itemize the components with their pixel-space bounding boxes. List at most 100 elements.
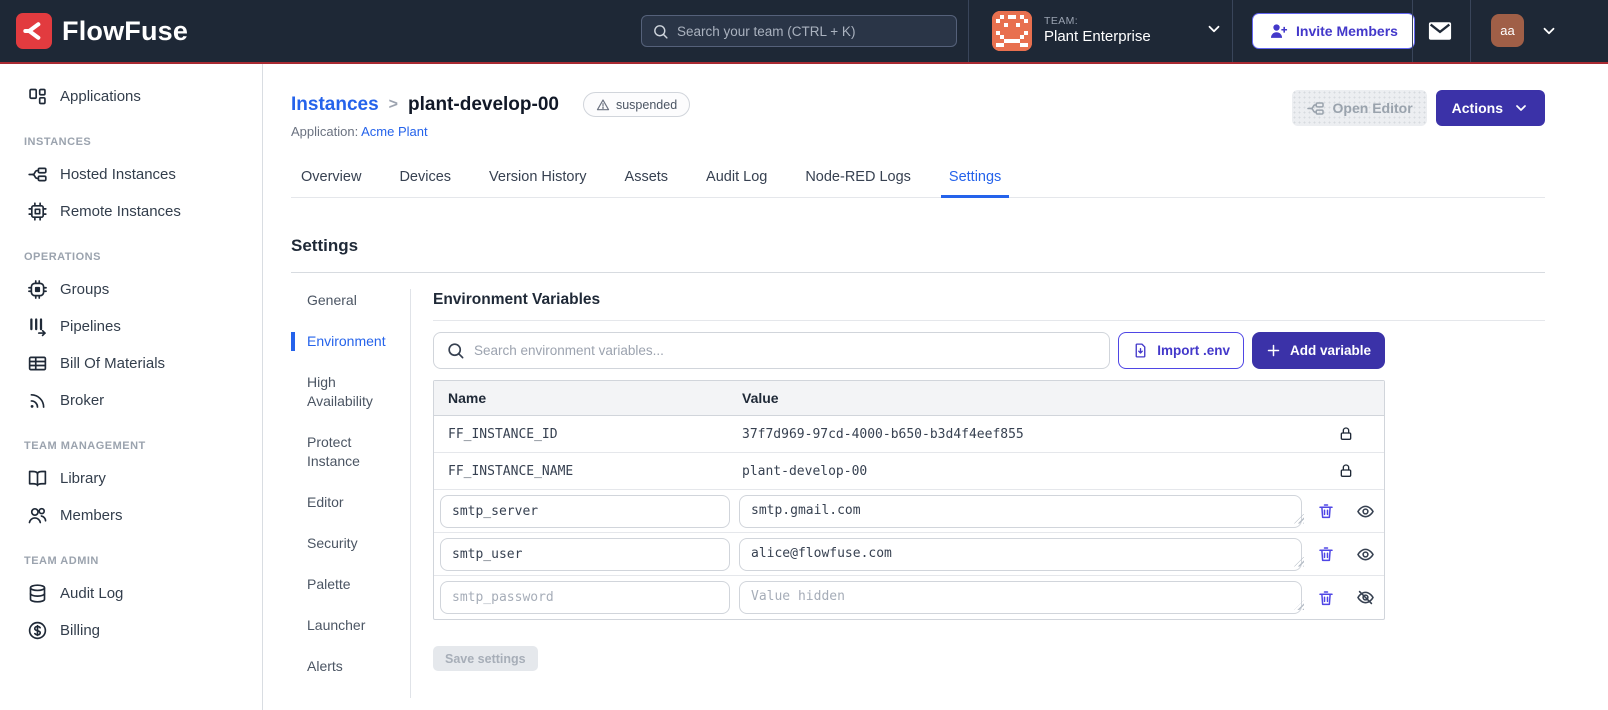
pipelines-icon (30, 318, 46, 337)
env-name: FF_INSTANCE_NAME (448, 463, 574, 479)
env-name-input[interactable] (440, 537, 730, 571)
divider (433, 320, 1545, 321)
editor-node-icon (1306, 101, 1324, 115)
chevron-down-icon (1543, 27, 1555, 34)
divider (291, 272, 1545, 273)
instance-tabs: Overview Devices Version History Assets … (291, 163, 1545, 198)
sidebar-item-pipelines[interactable]: Pipelines (0, 308, 262, 345)
tab-version-history[interactable]: Version History (487, 163, 589, 197)
subnav-launcher[interactable]: Launcher (291, 616, 410, 635)
sidebar-item-label: Bill Of Materials (60, 355, 166, 372)
settings-title: Settings (291, 236, 359, 255)
env-value-input[interactable] (739, 581, 1302, 614)
delete-variable-button[interactable] (1317, 589, 1335, 607)
subnav-general[interactable]: General (291, 291, 410, 310)
sidebar-item-hosted-instances[interactable]: Hosted Instances (0, 156, 262, 193)
sidebar-item-label: Pipelines (60, 318, 121, 335)
delete-variable-button[interactable] (1317, 502, 1335, 520)
actions-button[interactable]: Actions (1435, 90, 1545, 126)
sidebar-item-billing[interactable]: Billing (0, 612, 262, 649)
team-label: TEAM: (1044, 15, 1079, 28)
env-search[interactable] (433, 332, 1111, 369)
sidebar-item-label: Members (60, 507, 123, 524)
sidebar-item-applications[interactable]: Applications (0, 78, 262, 115)
tab-audit-log[interactable]: Audit Log (704, 163, 769, 197)
open-editor-button[interactable]: Open Editor (1291, 90, 1427, 126)
env-value-input[interactable]: alice@flowfuse.com (739, 537, 1302, 571)
navbar-divider (1412, 0, 1413, 62)
subnav-security[interactable]: Security (291, 534, 410, 553)
sidebar-item-bill-of-materials[interactable]: Bill Of Materials (0, 345, 262, 382)
settings-subnav: General Environment High Availability Pr… (291, 289, 411, 698)
user-plus-icon (1270, 23, 1288, 38)
env-search-input[interactable] (474, 343, 1098, 358)
sidebar-item-remote-instances[interactable]: Remote Instances (0, 193, 262, 230)
lock-icon (1340, 427, 1352, 440)
chevron-down-icon[interactable] (1205, 20, 1223, 43)
env-variables-table: Name Value FF_INSTANCE_ID 37f7d969-97cd-… (433, 380, 1385, 620)
tab-devices[interactable]: Devices (397, 163, 453, 197)
sidebar-item-broker[interactable]: Broker (0, 382, 262, 419)
notifications-mail-icon[interactable] (1426, 17, 1454, 50)
team-avatar-icon (992, 11, 1032, 51)
applications-icon (29, 88, 46, 105)
navbar-divider (1470, 0, 1471, 62)
open-editor-label: Open Editor (1332, 100, 1413, 116)
audit-log-icon (29, 584, 46, 603)
table-row: FF_INSTANCE_NAME plant-develop-00 (434, 453, 1384, 490)
sidebar-item-library[interactable]: Library (0, 460, 262, 497)
env-value-input[interactable]: smtp.gmail.com (739, 494, 1302, 528)
navbar-divider (1232, 0, 1233, 62)
import-env-button[interactable]: Import .env (1118, 332, 1244, 369)
subnav-environment[interactable]: Environment (291, 332, 410, 351)
toggle-visibility-button[interactable] (1356, 588, 1375, 607)
tab-settings[interactable]: Settings (940, 163, 1010, 198)
invite-members-button[interactable]: Invite Members (1252, 13, 1415, 49)
team-search-input[interactable] (677, 23, 946, 39)
subnav-alerts[interactable]: Alerts (291, 657, 410, 676)
subnav-editor[interactable]: Editor (291, 493, 410, 512)
sidebar-item-label: Billing (60, 622, 101, 639)
broker-icon (30, 393, 45, 408)
panel-title: Environment Variables (433, 291, 601, 308)
flowfuse-logo-icon (16, 13, 52, 49)
save-settings-button[interactable]: Save settings (433, 646, 538, 671)
env-name-input[interactable] (440, 581, 730, 614)
status-badge: suspended (582, 92, 691, 117)
subnav-high-availability[interactable]: High Availability (291, 373, 410, 411)
remote-instances-icon (28, 202, 47, 221)
user-menu[interactable]: aa (1491, 14, 1558, 47)
toggle-visibility-button[interactable] (1356, 545, 1375, 564)
sidebar-item-members[interactable]: Members (0, 497, 262, 534)
breadcrumb-instances-link[interactable]: Instances (291, 94, 379, 116)
brand[interactable]: FlowFuse (0, 13, 420, 49)
main-content: Instances > plant-develop-00 suspended A… (263, 64, 1608, 710)
tab-overview[interactable]: Overview (299, 163, 363, 197)
subnav-palette[interactable]: Palette (291, 575, 410, 594)
toggle-visibility-button[interactable] (1356, 502, 1375, 521)
application-link[interactable]: Acme Plant (361, 124, 427, 139)
tab-node-red-logs[interactable]: Node-RED Logs (803, 163, 913, 197)
team-search[interactable] (641, 15, 957, 47)
sidebar-section-team-management: TEAM MANAGEMENT (24, 440, 146, 452)
sidebar-item-groups[interactable]: Groups (0, 271, 262, 308)
add-variable-button[interactable]: Add variable (1251, 332, 1385, 369)
sidebar-item-label: Applications (60, 88, 141, 105)
subnav-protect-instance[interactable]: Protect Instance (291, 433, 410, 471)
team-selector[interactable]: TEAM: Plant Enterprise (992, 0, 1223, 62)
sidebar-section-instances: INSTANCES (24, 136, 92, 148)
env-name-input[interactable] (440, 494, 730, 528)
status-badge-label: suspended (615, 97, 678, 112)
column-header-value: Value (742, 390, 779, 406)
groups-icon (28, 280, 47, 299)
tab-assets[interactable]: Assets (623, 163, 671, 197)
sidebar-section-team-admin: TEAM ADMIN (24, 555, 99, 567)
application-label: Application: (291, 124, 359, 139)
document-download-icon (1135, 343, 1146, 358)
sidebar-item-audit-log[interactable]: Audit Log (0, 575, 262, 612)
table-row: smtp.gmail.com (434, 490, 1384, 533)
table-header: Name Value (434, 381, 1384, 416)
delete-variable-button[interactable] (1317, 545, 1335, 563)
env-name: FF_INSTANCE_ID (448, 426, 558, 442)
add-variable-label: Add variable (1289, 343, 1371, 358)
